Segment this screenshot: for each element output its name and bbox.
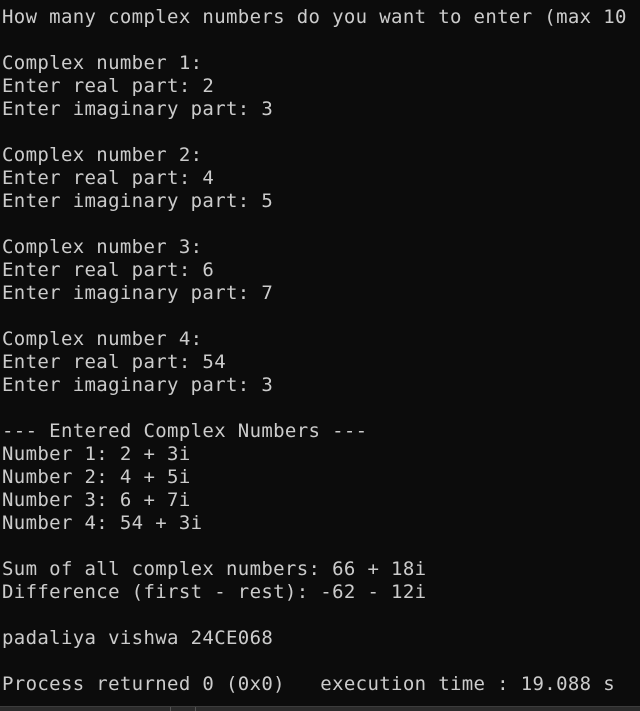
terminal-line-complex-1-imag: Enter imaginary part: 3 (2, 98, 274, 120)
terminal-line-entered-heading: --- Entered Complex Numbers --- (2, 420, 368, 442)
terminal-line-complex-4-header: Complex number 4: (2, 328, 203, 350)
terminal-line-prompt-count: How many complex numbers do you want to … (2, 6, 627, 28)
terminal-line-complex-3-header: Complex number 3: (2, 236, 203, 258)
terminal-line-complex-2-header: Complex number 2: (2, 144, 203, 166)
terminal-line-complex-1-header: Complex number 1: (2, 52, 203, 74)
terminal-line-sum: Sum of all complex numbers: 66 + 18i (2, 558, 427, 580)
terminal-line-author: padaliya vishwa 24CE068 (2, 627, 274, 649)
terminal-line-number-3: Number 3: 6 + 7i (2, 489, 191, 511)
bottom-edge-divider (170, 707, 171, 711)
terminal-line-process-returned: Process returned 0 (0x0) execution time … (2, 673, 616, 695)
terminal-line-complex-1-real: Enter real part: 2 (2, 75, 215, 97)
terminal-line-number-1: Number 1: 2 + 3i (2, 443, 191, 465)
terminal-line-complex-3-real: Enter real part: 6 (2, 259, 215, 281)
terminal-line-complex-3-imag: Enter imaginary part: 7 (2, 282, 274, 304)
terminal-line-number-4: Number 4: 54 + 3i (2, 512, 203, 534)
console-window[interactable]: How many complex numbers do you want to … (0, 0, 640, 706)
terminal-line-number-2: Number 2: 4 + 5i (2, 466, 191, 488)
terminal-line-complex-4-imag: Enter imaginary part: 3 (2, 374, 274, 396)
terminal-line-difference: Difference (first - rest): -62 - 12i (2, 581, 427, 603)
terminal-line-complex-2-imag: Enter imaginary part: 5 (2, 190, 274, 212)
terminal-line-complex-2-real: Enter real part: 4 (2, 167, 215, 189)
window-bottom-edge (0, 706, 640, 711)
terminal-line-complex-4-real: Enter real part: 54 (2, 351, 226, 373)
bottom-edge-divider (195, 707, 196, 711)
